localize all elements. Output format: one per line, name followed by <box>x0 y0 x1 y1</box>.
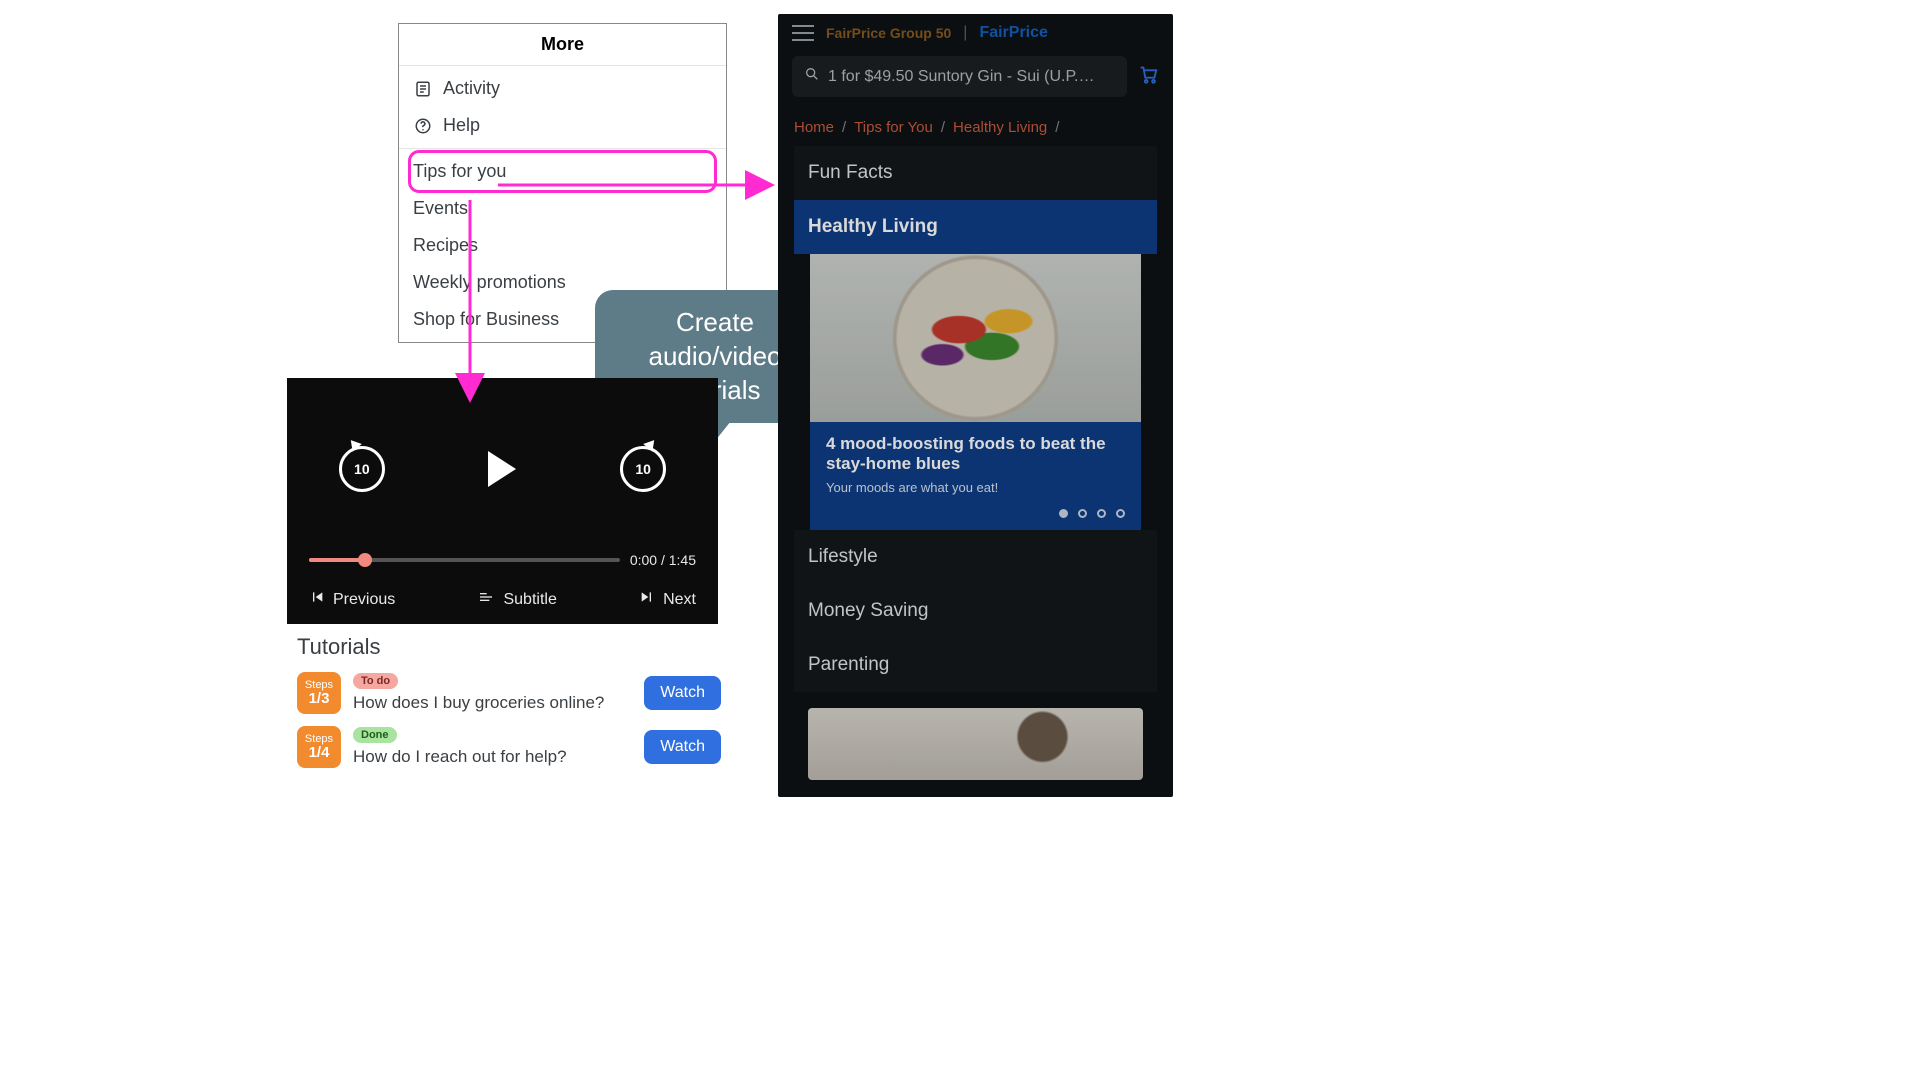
previous-icon <box>309 589 325 610</box>
step-chip-label: Steps <box>305 679 333 691</box>
watch-button[interactable]: Watch <box>644 676 721 710</box>
brand-group-text: FairPrice Group 50 <box>826 25 951 41</box>
more-item-label: Activity <box>443 78 500 99</box>
forward-seconds: 10 <box>635 461 651 477</box>
article-thumbnail[interactable] <box>808 708 1143 780</box>
next-icon <box>639 589 655 610</box>
tutorial-row: Steps 1/4 Done How do I reach out for he… <box>297 726 721 768</box>
more-item-label: Events <box>413 198 468 219</box>
previous-button[interactable]: Previous <box>309 589 395 610</box>
category-item[interactable]: Lifestyle <box>794 530 1157 584</box>
subtitle-label: Subtitle <box>503 591 556 609</box>
time-display: 0:00 / 1:45 <box>630 552 696 568</box>
next-label: Next <box>663 591 696 609</box>
carousel-dot[interactable] <box>1116 509 1125 518</box>
category-list: Fun FactsHealthy Living 4 mood-boosting … <box>778 146 1173 692</box>
step-chip: Steps 1/4 <box>297 726 341 768</box>
more-item-label: Shop for Business <box>413 309 559 330</box>
more-item-tips-for-you[interactable]: Tips for you <box>411 153 714 190</box>
more-menu-group-top: Activity Help <box>399 66 726 149</box>
more-item-help[interactable]: Help <box>411 107 714 144</box>
mobile-app-mockup: FairPrice Group 50 | FairPrice 1 for $49… <box>778 14 1173 797</box>
rewind-10-button[interactable]: 10 <box>339 446 385 492</box>
search-placeholder: 1 for $49.50 Suntory Gin - Sui (U.P. … <box>828 68 1098 86</box>
tutorial-title: How does I buy groceries online? <box>353 693 632 713</box>
more-item-label: Help <box>443 115 480 136</box>
search-input[interactable]: 1 for $49.50 Suntory Gin - Sui (U.P. … <box>792 56 1127 97</box>
category-item[interactable]: Healthy Living <box>794 200 1157 254</box>
status-badge: To do <box>353 673 398 689</box>
tutorials-heading: Tutorials <box>297 634 721 660</box>
more-menu-title: More <box>399 24 726 66</box>
rewind-seconds: 10 <box>354 461 370 477</box>
progress-bar[interactable] <box>309 558 620 562</box>
carousel-dot[interactable] <box>1059 509 1068 518</box>
hero-title: 4 mood-boosting foods to beat the stay-h… <box>826 434 1125 474</box>
carousel-dot[interactable] <box>1078 509 1087 518</box>
tutorial-row: Steps 1/3 To do How does I buy groceries… <box>297 672 721 714</box>
help-icon <box>413 116 433 136</box>
video-player: 10 10 0:00 / 1:45 Previous <box>287 378 718 624</box>
progress-thumb[interactable] <box>358 553 372 567</box>
category-item[interactable]: Parenting <box>794 638 1157 692</box>
more-item-activity[interactable]: Activity <box>411 70 714 107</box>
status-badge: Done <box>353 727 397 743</box>
breadcrumb-separator: / <box>842 119 846 136</box>
forward-10-button[interactable]: 10 <box>620 446 666 492</box>
more-item-recipes[interactable]: Recipes <box>411 227 714 264</box>
hero-subtitle: Your moods are what you eat! <box>826 480 1125 495</box>
brand-group-logo: FairPrice Group 50 <box>826 25 951 41</box>
breadcrumb-link[interactable]: Healthy Living <box>953 119 1047 136</box>
hero-image <box>810 254 1141 422</box>
previous-label: Previous <box>333 591 395 609</box>
subtitle-icon <box>477 589 495 610</box>
brand-logo: FairPrice <box>979 24 1047 42</box>
more-item-events[interactable]: Events <box>411 190 714 227</box>
category-item[interactable]: Fun Facts <box>794 146 1157 200</box>
activity-icon <box>413 79 433 99</box>
step-chip: Steps 1/3 <box>297 672 341 714</box>
breadcrumb-link[interactable]: Home <box>794 119 834 136</box>
subtitle-button[interactable]: Subtitle <box>477 589 556 610</box>
search-icon <box>804 66 820 87</box>
step-chip-fraction: 1/3 <box>309 691 330 708</box>
next-button[interactable]: Next <box>639 589 696 610</box>
brand-logo-text: FairPrice <box>979 24 1047 41</box>
category-item[interactable]: Money Saving <box>794 584 1157 638</box>
more-item-label: Recipes <box>413 235 478 256</box>
hamburger-icon[interactable] <box>792 25 814 41</box>
carousel-dots <box>810 503 1141 530</box>
hero-card[interactable]: 4 mood-boosting foods to beat the stay-h… <box>810 254 1141 530</box>
cart-icon[interactable] <box>1137 63 1159 91</box>
more-item-label: Tips for you <box>413 161 506 182</box>
step-chip-fraction: 1/4 <box>309 745 330 762</box>
step-chip-label: Steps <box>305 733 333 745</box>
breadcrumb: Home / Tips for You / Healthy Living / <box>778 105 1173 146</box>
breadcrumb-separator: / <box>1055 119 1059 136</box>
play-button[interactable] <box>488 451 516 487</box>
more-item-label: Weekly promotions <box>413 272 566 293</box>
breadcrumb-link[interactable]: Tips for You <box>854 119 933 136</box>
breadcrumb-separator: / <box>941 119 945 136</box>
tutorial-title: How do I reach out for help? <box>353 747 632 767</box>
carousel-dot[interactable] <box>1097 509 1106 518</box>
tutorials-section: Tutorials Steps 1/3 To do How does I buy… <box>297 634 721 780</box>
progress-fill <box>309 558 365 562</box>
watch-button[interactable]: Watch <box>644 730 721 764</box>
